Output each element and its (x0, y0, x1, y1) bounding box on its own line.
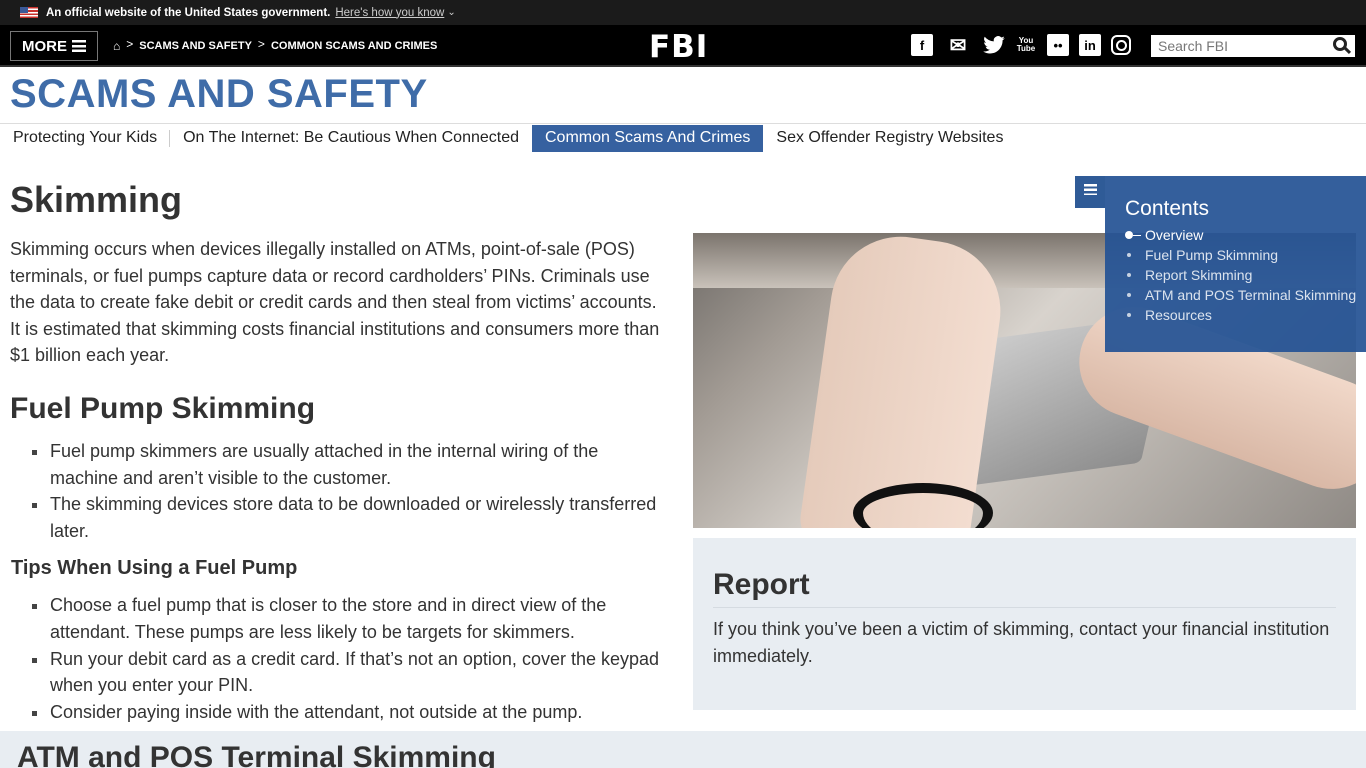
search-input[interactable] (1151, 38, 1321, 54)
flickr-icon[interactable]: •• (1047, 34, 1069, 56)
chevron-down-icon[interactable]: ⌄ (447, 7, 455, 18)
instagram-icon[interactable] (1111, 35, 1131, 55)
table-of-contents: Contents Overview Fuel Pump Skimming Rep… (1105, 176, 1366, 352)
twitter-icon[interactable] (983, 34, 1005, 56)
more-label: MORE (22, 37, 67, 55)
tips-list: Choose a fuel pump that is closer to the… (10, 592, 660, 725)
breadcrumb-separator: > (257, 37, 265, 51)
hamburger-icon (72, 40, 86, 52)
hamburger-icon (1083, 184, 1097, 195)
breadcrumb-common-scams[interactable]: COMMON SCAMS AND CRIMES (271, 40, 437, 52)
linkedin-icon[interactable]: in (1079, 34, 1101, 56)
tab-sex-offender-registry[interactable]: Sex Offender Registry Websites (763, 125, 1016, 152)
atm-section: ATM and POS Terminal Skimming (0, 731, 1366, 768)
tab-common-scams-and-crimes[interactable]: Common Scams And Crimes (532, 124, 764, 152)
list-item: Fuel pump skimmers are usually attached … (10, 438, 660, 491)
report-heading: Report (713, 568, 1336, 608)
fuel-pump-heading: Fuel Pump Skimming (10, 391, 316, 425)
list-item: Run your debit card as a credit card. If… (10, 646, 660, 699)
atm-pos-heading: ATM and POS Terminal Skimming (17, 741, 496, 768)
more-menu-button[interactable]: MORE (10, 31, 98, 61)
email-icon[interactable]: ✉ (943, 34, 973, 57)
home-icon[interactable]: ⌂ (113, 39, 120, 53)
report-panel: Report If you think you’ve been a victim… (693, 538, 1356, 710)
toc-toggle-button[interactable] (1075, 176, 1105, 208)
tab-on-the-internet[interactable]: On The Internet: Be Cautious When Connec… (170, 125, 532, 152)
facebook-icon[interactable]: f (911, 34, 933, 56)
section-tabs: Protecting Your Kids On The Internet: Be… (0, 123, 1366, 152)
toc-title: Contents (1125, 197, 1210, 220)
toc-item-report-skimming[interactable]: Report Skimming (1125, 265, 1366, 285)
list-item: The skimming devices store data to be do… (10, 491, 660, 544)
search-box (1151, 35, 1355, 57)
fuel-pump-list: Fuel pump skimmers are usually attached … (10, 438, 660, 544)
gov-banner-text: An official website of the United States… (46, 6, 331, 19)
breadcrumb-scams-and-safety[interactable]: SCAMS AND SAFETY (139, 40, 252, 52)
breadcrumb-separator: > (126, 37, 134, 51)
toc-item-resources[interactable]: Resources (1125, 305, 1366, 325)
list-item: Consider paying inside with the attendan… (10, 699, 660, 726)
page-title: Skimming (10, 179, 183, 220)
list-item: Choose a fuel pump that is closer to the… (10, 592, 660, 645)
toc-item-atm-pos-skimming[interactable]: ATM and POS Terminal Skimming (1125, 285, 1366, 305)
report-text: If you think you’ve been a victim of ski… (713, 619, 1330, 666)
search-icon[interactable] (1333, 37, 1347, 51)
intro-paragraph: Skimming occurs when devices illegally i… (10, 239, 660, 366)
tab-protecting-your-kids[interactable]: Protecting Your Kids (0, 125, 171, 152)
breadcrumb: ⌂ > SCAMS AND SAFETY > COMMON SCAMS AND … (113, 25, 437, 67)
us-flag-icon (20, 7, 38, 18)
top-navigation: MORE ⌂ > SCAMS AND SAFETY > COMMON SCAMS… (0, 25, 1366, 67)
article-content: Skimming Skimming occurs when devices il… (10, 175, 660, 725)
gov-banner: An official website of the United States… (0, 0, 1366, 25)
section-title: SCAMS AND SAFETY (10, 72, 428, 116)
tips-heading: Tips When Using a Fuel Pump (11, 557, 298, 580)
youtube-icon[interactable]: You Tube (1015, 34, 1037, 56)
fbi-logo[interactable]: FBI (649, 29, 708, 65)
toc-item-overview[interactable]: Overview (1125, 225, 1366, 245)
social-links: f ✉ You Tube •• in (911, 34, 1131, 57)
heres-how-you-know-link[interactable]: Here's how you know (335, 7, 444, 19)
toc-item-fuel-pump-skimming[interactable]: Fuel Pump Skimming (1125, 245, 1366, 265)
